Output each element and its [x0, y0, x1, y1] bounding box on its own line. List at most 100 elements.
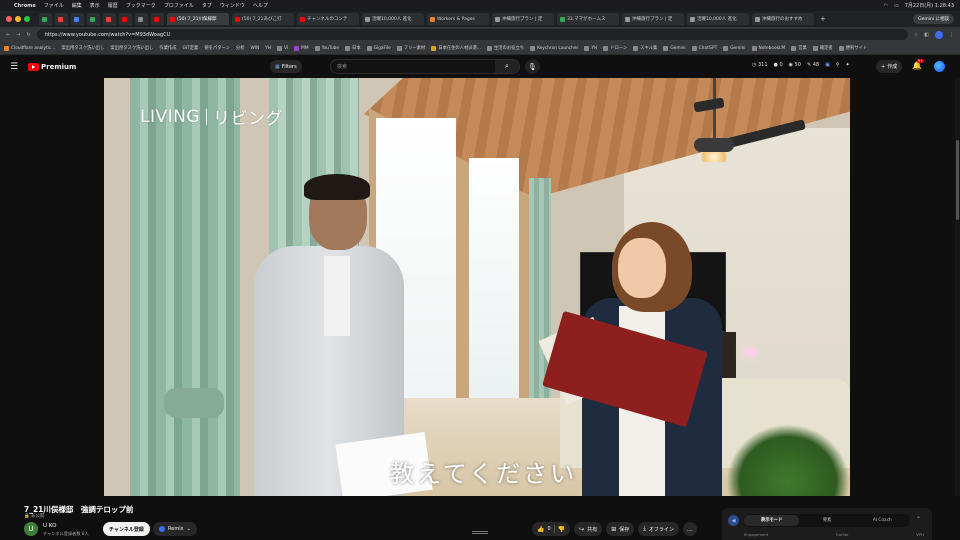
- bookmark-item[interactable]: 案出用タスク洗い出し: [110, 45, 153, 51]
- create-button[interactable]: + 作成: [876, 60, 903, 73]
- bookmark-item[interactable]: ChatGPT: [691, 45, 717, 51]
- filters-button[interactable]: ▦ Filters: [270, 60, 302, 73]
- new-tab-icon[interactable]: +: [820, 15, 826, 23]
- stat-item[interactable]: ◷ 311: [752, 62, 768, 68]
- scrollbar-thumb[interactable]: [956, 140, 959, 220]
- segment-display-mode[interactable]: 表示モード: [744, 515, 800, 526]
- browser-tab[interactable]: [55, 13, 68, 25]
- segment-ai-coach[interactable]: AI Coach: [855, 515, 910, 526]
- notifications-bell-icon[interactable]: 🔔 9+: [912, 59, 925, 70]
- menu-item-history[interactable]: 履歴: [108, 2, 118, 9]
- bookmark-item[interactable]: 生活のお役立ち: [486, 45, 524, 51]
- browser-tab[interactable]: [119, 13, 132, 25]
- bookmark-item[interactable]: 確定者: [812, 45, 833, 51]
- browser-tab-active[interactable]: (50) 7_21川俣様邸: [167, 13, 229, 25]
- subscribe-button[interactable]: チャンネル登録: [103, 522, 150, 536]
- menu-item-tab[interactable]: タブ: [202, 2, 212, 9]
- browser-tab[interactable]: Workers & Pages: [427, 13, 489, 25]
- chrome-menu-icon[interactable]: ⋮: [949, 32, 954, 38]
- bookmark-item[interactable]: YouTube: [314, 45, 339, 51]
- zoom-window-button[interactable]: [24, 16, 30, 22]
- browser-tab[interactable]: [151, 13, 164, 25]
- segment-elements[interactable]: 要素: [799, 515, 854, 526]
- bookmark-item[interactable]: WIN: [251, 46, 260, 51]
- back-icon[interactable]: ←: [6, 32, 10, 38]
- browser-tab[interactable]: 活躍10,000人 進化: [687, 13, 749, 25]
- close-window-button[interactable]: [6, 16, 12, 22]
- minimize-window-button[interactable]: [15, 16, 21, 22]
- bookmark-item[interactable]: 日本: [345, 45, 361, 51]
- bookmark-item[interactable]: フリー素材: [396, 45, 425, 51]
- share-button[interactable]: ↪ 共有: [574, 522, 603, 536]
- stat-item[interactable]: ● 0: [774, 62, 783, 68]
- stat-item[interactable]: ◉ 50: [789, 62, 801, 68]
- browser-tab[interactable]: 33.ママがホームス: [557, 13, 619, 25]
- offline-button[interactable]: ⤓ オフライン: [638, 522, 679, 536]
- extension-icon[interactable]: ✦: [846, 62, 850, 68]
- gemini-button[interactable]: Gemini に相談: [913, 14, 954, 24]
- extension-icon[interactable]: ▣: [825, 62, 830, 68]
- bookmark-star-icon[interactable]: ☆: [914, 32, 918, 38]
- browser-tab[interactable]: (50) 7_21あびこ打: [232, 13, 294, 25]
- bookmark-item[interactable]: 便利サイト: [838, 45, 867, 51]
- channel-avatar[interactable]: U: [24, 522, 38, 536]
- bookmark-item[interactable]: YH: [584, 45, 597, 51]
- browser-tab[interactable]: [135, 13, 148, 25]
- bookmark-item[interactable]: 値をパターン: [204, 45, 230, 51]
- account-avatar[interactable]: [934, 61, 945, 72]
- battery-icon[interactable]: ▭: [894, 3, 899, 9]
- bookmark-item[interactable]: 日本在住の人材派遣...: [431, 45, 481, 51]
- bookmark-item[interactable]: MM: [294, 45, 309, 51]
- bookmark-item[interactable]: 営業: [791, 45, 807, 51]
- bookmark-item[interactable]: 案出用タスク洗い出し: [61, 45, 104, 51]
- hamburger-menu-icon[interactable]: ☰: [10, 62, 26, 72]
- menu-item-edit[interactable]: 編集: [72, 2, 82, 9]
- bookmark-item[interactable]: Cloudflare analytic...: [4, 45, 55, 51]
- bookmark-item[interactable]: ドローン: [603, 45, 627, 51]
- bookmark-item[interactable]: Keychron Launcher: [530, 45, 578, 51]
- channel-name[interactable]: U KO: [43, 523, 56, 529]
- address-bar[interactable]: https://www.youtube.com/watch?v=M93dWoag…: [36, 29, 908, 40]
- drag-handle[interactable]: [472, 531, 488, 534]
- browser-tab[interactable]: [87, 13, 100, 25]
- save-button[interactable]: ⊞ 保存: [606, 522, 635, 536]
- bookmark-item[interactable]: NotebookLM: [751, 45, 785, 51]
- bookmark-item[interactable]: 作業作成: [159, 45, 176, 51]
- browser-tab[interactable]: 沖縄旅行のおすすめ: [752, 13, 814, 25]
- page-scrollbar[interactable]: [955, 78, 960, 540]
- extensions-icon[interactable]: ◧: [924, 32, 929, 38]
- forward-icon[interactable]: →: [16, 32, 20, 38]
- menu-item-profiles[interactable]: プロファイル: [164, 2, 194, 9]
- like-icon[interactable]: 👍: [537, 526, 544, 533]
- microphone-icon[interactable]: 🎙: [525, 59, 540, 74]
- reload-icon[interactable]: ↻: [26, 32, 30, 38]
- youtube-logo[interactable]: Premium: [28, 62, 76, 71]
- dislike-icon[interactable]: 👎: [558, 526, 565, 533]
- browser-tab[interactable]: 活躍10,000人 進化: [362, 13, 424, 25]
- menu-item-bookmarks[interactable]: ブックマーク: [126, 2, 156, 9]
- stat-item[interactable]: ✎ 48: [807, 62, 819, 68]
- wifi-icon[interactable]: ◠: [884, 3, 888, 9]
- browser-tab[interactable]: [71, 13, 84, 25]
- bookmark-item[interactable]: YH: [265, 46, 271, 51]
- more-options-button[interactable]: …: [682, 522, 697, 536]
- video-player[interactable]: LIVING リビング 教えてください: [104, 78, 850, 496]
- clock[interactable]: 7月22日(月) 1:28:43: [905, 2, 954, 9]
- browser-tab[interactable]: チャンネルのコンテ: [297, 13, 359, 25]
- menu-item-file[interactable]: ファイル: [44, 2, 64, 9]
- bookmark-item[interactable]: Gemini: [663, 45, 686, 51]
- menu-item-chrome[interactable]: Chrome: [14, 3, 36, 9]
- menu-item-help[interactable]: ヘルプ: [253, 2, 268, 9]
- bookmark-item[interactable]: GIT定義: [183, 45, 199, 51]
- browser-tab[interactable]: [103, 13, 116, 25]
- extension-icon[interactable]: ⚲: [836, 62, 840, 68]
- browser-tab[interactable]: 沖縄旅行プラン | 定: [492, 13, 554, 25]
- bookmark-item[interactable]: Gemini: [723, 45, 746, 51]
- menu-item-window[interactable]: ウィンドウ: [220, 2, 245, 9]
- menu-item-view[interactable]: 表示: [90, 2, 100, 9]
- bookmark-item[interactable]: 分析: [236, 45, 245, 51]
- bookmark-item[interactable]: GigaFile: [366, 45, 391, 51]
- panel-toggle-icon[interactable]: ◀: [728, 515, 739, 526]
- search-input[interactable]: 検索 ⌕: [330, 59, 520, 74]
- browser-tab[interactable]: 沖縄旅行プラン | 定: [622, 13, 684, 25]
